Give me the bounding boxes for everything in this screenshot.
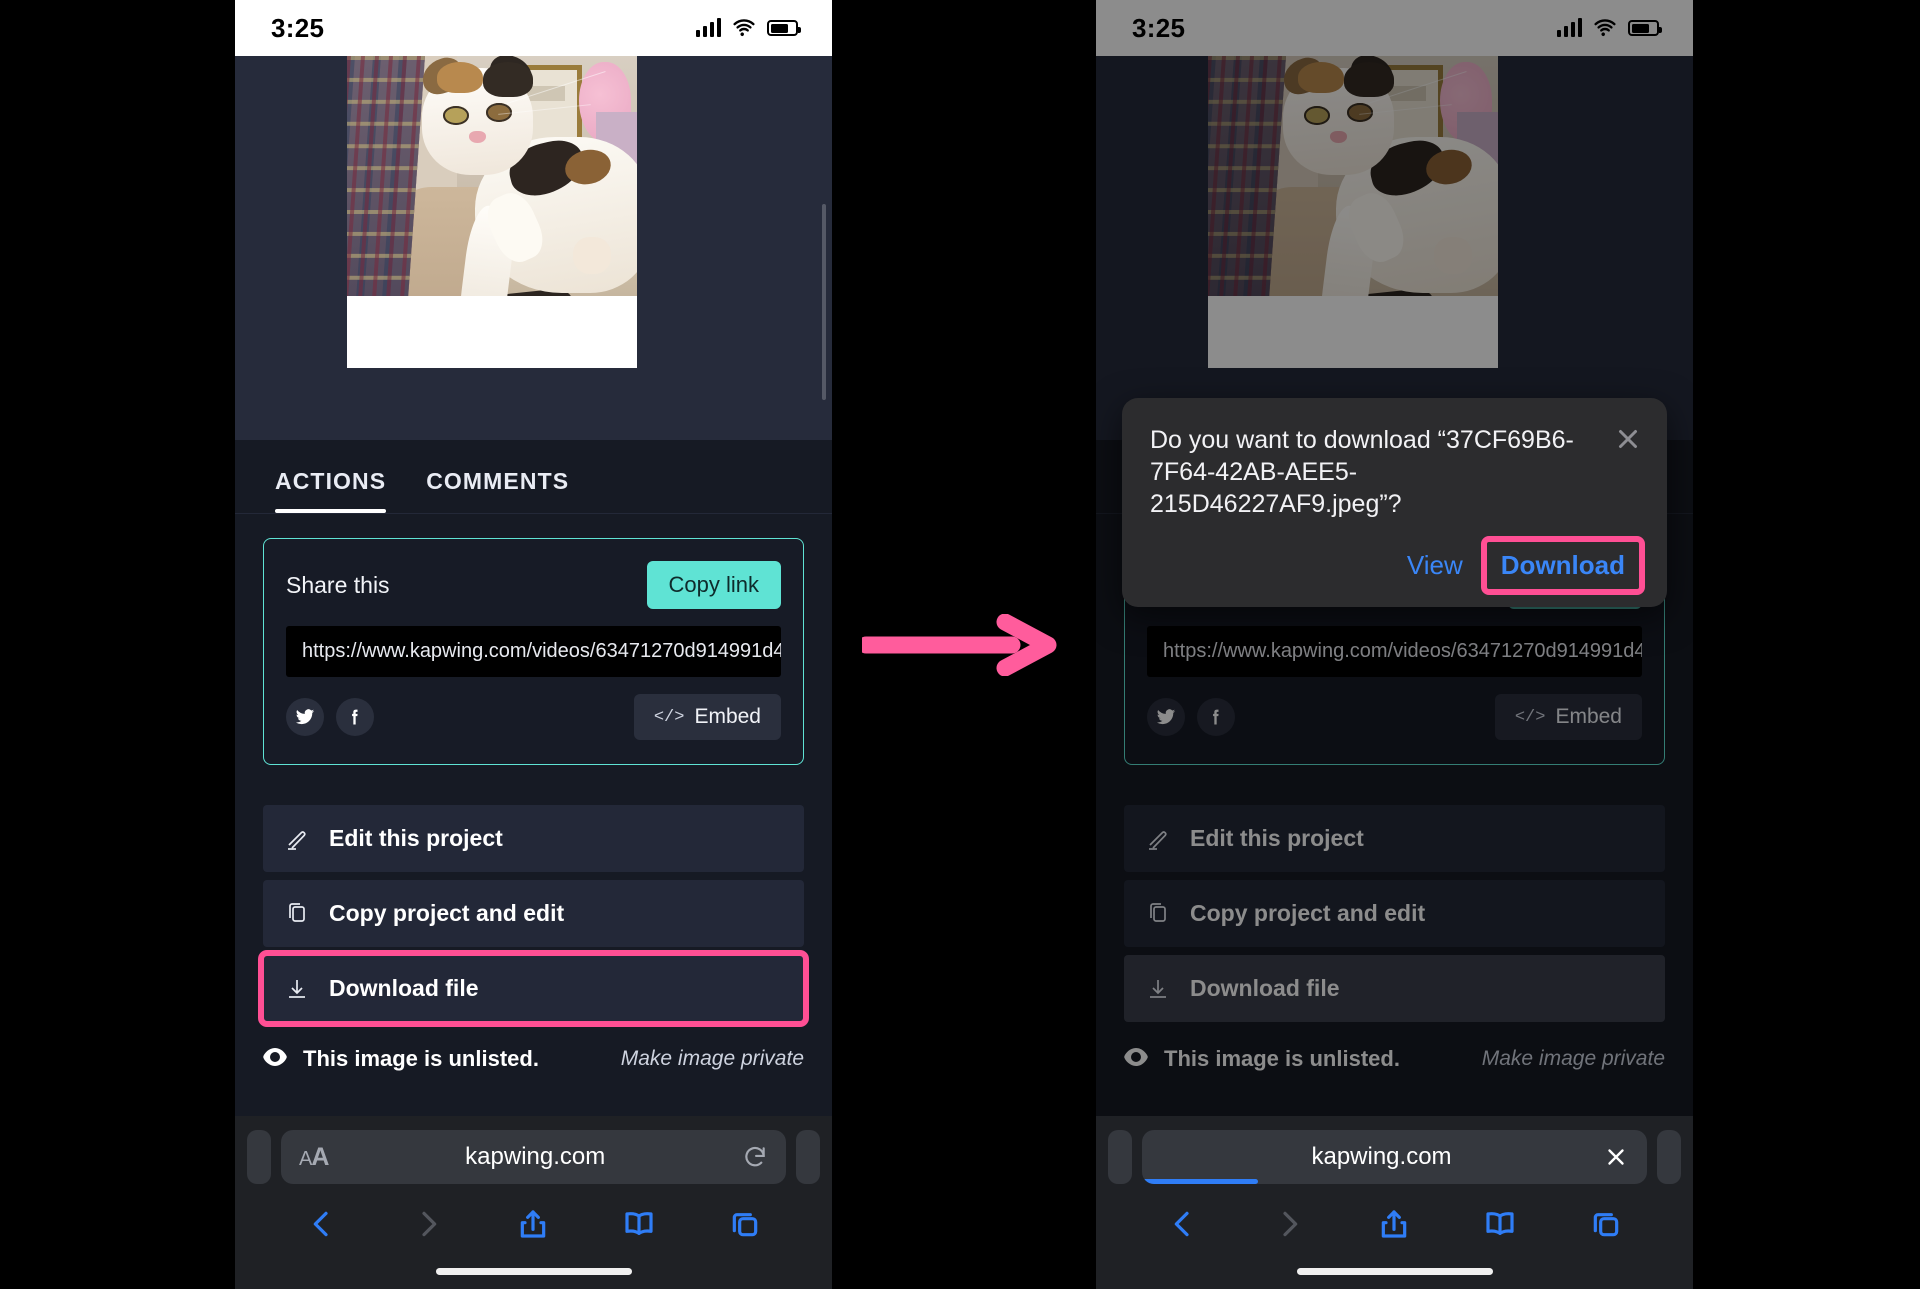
- home-indicator: [1096, 1253, 1693, 1289]
- share-button[interactable]: [517, 1208, 549, 1245]
- address-bar-host: kapwing.com: [1311, 1143, 1452, 1170]
- copy-icon: [289, 902, 305, 922]
- scroll-indicator[interactable]: [822, 204, 826, 400]
- action-label: Download file: [329, 975, 479, 1001]
- code-icon: </>: [653, 707, 685, 727]
- action-copy-project-and-edit[interactable]: Copy project and edit: [263, 880, 804, 947]
- address-bar[interactable]: kapwing.com: [1142, 1130, 1647, 1184]
- copy-link-button[interactable]: Copy link: [646, 561, 781, 609]
- forward-button[interactable]: [1273, 1208, 1305, 1245]
- action-label: Edit this project: [329, 825, 503, 851]
- embed-button-label: Embed: [694, 705, 761, 728]
- preview-photo: [347, 56, 637, 368]
- battery-icon: [767, 20, 801, 36]
- page-load-progress: [1142, 1179, 1259, 1184]
- dialog-download-button[interactable]: Download: [1480, 536, 1646, 595]
- safari-toolbar: AA kapwing.com: [235, 1116, 832, 1289]
- tab-bar: ACTIONS COMMENTS: [235, 440, 832, 514]
- stop-loading-icon[interactable]: [1603, 1144, 1629, 1170]
- facebook-share-button[interactable]: [336, 698, 374, 736]
- twitter-icon: [295, 709, 315, 725]
- home-indicator: [235, 1253, 832, 1289]
- status-bar: 3:25: [235, 0, 832, 56]
- bookmarks-button[interactable]: [1484, 1208, 1516, 1245]
- facebook-icon: [352, 709, 358, 725]
- back-button[interactable]: [306, 1208, 338, 1245]
- embed-button[interactable]: </> Embed: [633, 694, 781, 740]
- previous-tab-edge[interactable]: [247, 1130, 271, 1184]
- next-tab-edge[interactable]: [796, 1130, 820, 1184]
- action-download-file[interactable]: Download file: [258, 950, 809, 1027]
- download-confirm-dialog: Do you want to download “37CF69B6-7F64-4…: [1122, 398, 1667, 607]
- share-url-field[interactable]: https://www.kapwing.com/videos/63471270d…: [286, 626, 781, 677]
- bookmarks-button[interactable]: [623, 1208, 655, 1245]
- address-bar-host: kapwing.com: [465, 1143, 606, 1170]
- twitter-share-button[interactable]: [286, 698, 324, 736]
- visibility-row: This image is unlisted. Make image priva…: [235, 1030, 832, 1072]
- forward-button[interactable]: [412, 1208, 444, 1245]
- share-card-title: Share this: [286, 571, 390, 598]
- dialog-view-button[interactable]: View: [1393, 542, 1477, 589]
- reload-icon[interactable]: [742, 1144, 768, 1170]
- modal-dimmer: [1096, 0, 1693, 1289]
- phone-screenshot-before: 3:25 ACTIONS COMMENTS Share this Copy li…: [235, 0, 832, 1289]
- pencil-icon: [288, 830, 306, 850]
- screenshot-canvas: 3:25 ACTIONS COMMENTS Share this Copy li…: [0, 0, 1920, 1289]
- make-image-private-link[interactable]: Make image private: [621, 1047, 804, 1071]
- action-edit-this-project[interactable]: Edit this project: [263, 805, 804, 872]
- action-list: Edit this project Copy project and edit …: [235, 805, 832, 1027]
- back-button[interactable]: [1167, 1208, 1199, 1245]
- phone-screenshot-after: 3:25 ACTIONS: [1096, 0, 1693, 1289]
- tab-actions[interactable]: ACTIONS: [275, 440, 387, 513]
- share-card: Share this Copy link https://www.kapwing…: [263, 538, 804, 765]
- tabs-button[interactable]: [729, 1208, 761, 1245]
- media-preview: [235, 56, 832, 440]
- tabs-button[interactable]: [1590, 1208, 1622, 1245]
- wifi-icon: [733, 19, 755, 37]
- cellular-signal-icon: [696, 18, 721, 37]
- share-button[interactable]: [1378, 1208, 1410, 1245]
- download-icon: [289, 979, 305, 998]
- status-icons: [696, 18, 801, 37]
- tab-comments[interactable]: COMMENTS: [426, 440, 569, 513]
- next-tab-edge[interactable]: [1657, 1130, 1681, 1184]
- visibility-status: This image is unlisted.: [303, 1046, 539, 1071]
- safari-toolbar: kapwing.com: [1096, 1116, 1693, 1289]
- share-url-value: https://www.kapwing.com/videos/63471270d…: [302, 640, 781, 662]
- action-label: Copy project and edit: [329, 900, 565, 926]
- previous-tab-edge[interactable]: [1108, 1130, 1132, 1184]
- dialog-message: Do you want to download “37CF69B6-7F64-4…: [1150, 426, 1574, 518]
- right-arrow-icon: [862, 614, 1057, 676]
- actions-panel: Share this Copy link https://www.kapwing…: [235, 514, 832, 765]
- eye-icon: [263, 1047, 287, 1071]
- address-bar[interactable]: AA kapwing.com: [281, 1130, 786, 1184]
- close-x-icon[interactable]: [1613, 424, 1643, 454]
- status-time: 3:25: [271, 12, 325, 43]
- text-size-button[interactable]: AA: [299, 1143, 329, 1172]
